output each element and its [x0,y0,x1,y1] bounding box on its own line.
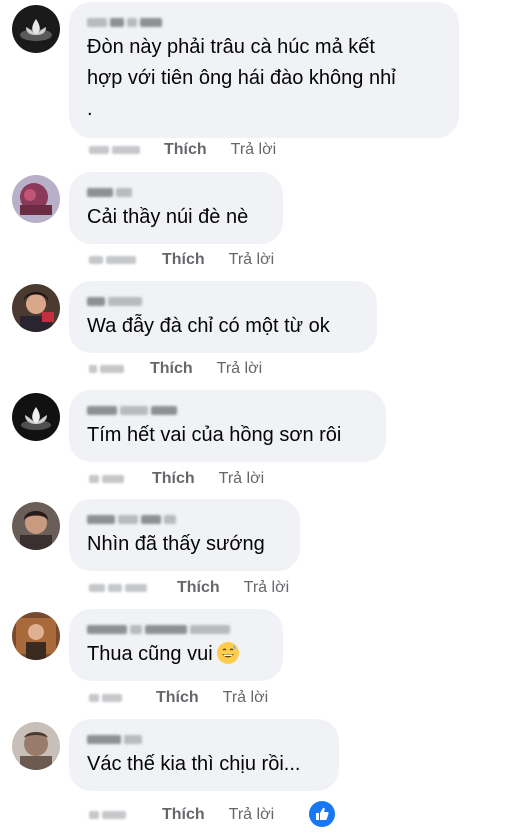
timestamp-redacted[interactable] [89,146,140,154]
comment-actions: Thích Trả lời [89,141,276,159]
like-reaction-icon[interactable] [309,801,335,827]
comment-text: Thua cũng vui [87,639,265,670]
timestamp-redacted[interactable] [89,256,136,264]
grinning-sweat-emoji [216,642,239,664]
comment-actions: Thích Trả lời [89,806,274,824]
comment-text: Cải thầy núi đè nè [87,206,249,228]
timestamp-redacted[interactable] [89,475,124,483]
author-name-redacted[interactable] [87,509,282,529]
avatar[interactable] [12,5,60,53]
author-name-redacted[interactable] [87,12,441,32]
reply-button[interactable]: Trả lời [231,141,276,159]
comment-bubble: Thua cũng vui [69,609,283,681]
avatar[interactable] [12,722,60,770]
reply-button[interactable]: Trả lời [219,470,264,488]
avatar[interactable] [12,393,60,441]
timestamp-redacted[interactable] [89,584,147,592]
comment-text: Wa đẫy đà chỉ có một từ ok [87,315,330,337]
author-name-redacted[interactable] [87,291,359,311]
comment-bubble: Nhìn đã thấy sướng [69,499,300,571]
like-button[interactable]: Thích [177,579,220,597]
like-button[interactable]: Thích [162,251,205,269]
comment-actions: Thích Trả lời [89,360,262,378]
comment-actions: Thích Trả lời [89,251,274,269]
avatar[interactable] [12,175,60,223]
comment-bubble: Tím hết vai của hồng sơn rôi [69,390,386,462]
comment-bubble: Cải thầy núi đè nè [69,172,283,244]
avatar[interactable] [12,612,60,660]
author-name-redacted[interactable] [87,182,265,202]
reply-button[interactable]: Trả lời [229,251,274,269]
like-button[interactable]: Thích [156,689,199,707]
like-button[interactable]: Thích [162,806,205,824]
comment-text-content: Thua cũng vui [87,643,213,665]
timestamp-redacted[interactable] [89,694,122,702]
avatar[interactable] [12,284,60,332]
like-button[interactable]: Thích [152,470,195,488]
reply-button[interactable]: Trả lời [223,689,268,707]
comment-actions: Thích Trả lời [89,470,264,488]
like-button[interactable]: Thích [164,141,207,159]
comment-text: Vác thế kia thì chịu rồi... [87,753,301,775]
comment-text: Nhìn đã thấy sướng [87,533,265,555]
comment-text: Đòn này phải trâu cà húc mả kết hợp với … [87,36,396,120]
comment-bubble: Wa đẫy đà chỉ có một từ ok [69,281,377,353]
avatar[interactable] [12,502,60,550]
like-button[interactable]: Thích [150,360,193,378]
comment-text: Tím hết vai của hồng sơn rôi [87,424,342,446]
reply-button[interactable]: Trả lời [229,806,274,824]
comment-actions: Thích Trả lời [89,689,268,707]
reply-button[interactable]: Trả lời [244,579,289,597]
reply-button[interactable]: Trả lời [217,360,262,378]
author-name-redacted[interactable] [87,619,265,639]
timestamp-redacted[interactable] [89,811,126,819]
comment-bubble: Vác thế kia thì chịu rồi... [69,719,339,791]
comment-bubble: Đòn này phải trâu cà húc mả kết hợp với … [69,2,459,138]
author-name-redacted[interactable] [87,400,368,420]
author-name-redacted[interactable] [87,729,321,749]
comment-actions: Thích Trả lời [89,579,289,597]
timestamp-redacted[interactable] [89,365,124,373]
